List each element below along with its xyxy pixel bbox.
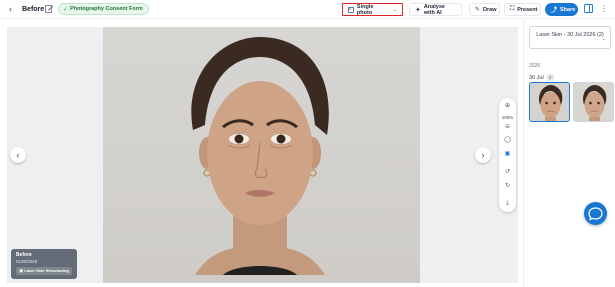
day-label: 30 Jul xyxy=(529,74,544,81)
check-circle-icon: ✓ xyxy=(63,6,69,13)
tag-icon: ▣ xyxy=(19,268,24,273)
fullscreen-icon: ⛶ xyxy=(510,6,515,12)
chat-bubble-icon xyxy=(588,207,603,221)
reset-zoom-icon[interactable]: ◯ xyxy=(499,136,516,144)
photo-thumbnail-selected[interactable] xyxy=(529,82,570,122)
photo-thumbnail[interactable] xyxy=(573,82,614,122)
year-heading: 2026 xyxy=(529,63,541,69)
patient-photo xyxy=(103,27,420,283)
session-label: Laser Skin - 30 Jul 2026 (2) xyxy=(536,32,604,38)
thumbnail-face-image xyxy=(530,83,569,121)
right-sidebar: Laser Skin - 30 Jul 2026 (2) ⌄ 2026 30 J… xyxy=(523,19,615,287)
draw-button[interactable]: ✎ Draw xyxy=(469,3,500,16)
top-bar: ‹ Before ✓ Photography Consent Form Sing… xyxy=(0,0,615,19)
rotate-left-icon[interactable]: ↺ xyxy=(499,168,516,176)
page-title: Before xyxy=(22,6,45,13)
share-button[interactable]: ⤴ Share xyxy=(545,3,578,16)
chevron-down-icon: ⌄ xyxy=(392,6,397,13)
zoom-toolbar: ⊕ 100% ⊖ ◯ ▣ ↺ ↻ ⤓ xyxy=(499,98,516,212)
present-label: Present xyxy=(517,6,538,13)
consent-badge-label: Photography Consent Form xyxy=(70,6,143,12)
rotate-right-icon[interactable]: ↻ xyxy=(499,182,516,190)
zoom-in-icon[interactable]: ⊕ xyxy=(499,102,516,110)
analyse-label: Analyse with AI xyxy=(423,3,445,16)
pen-icon: ✎ xyxy=(475,7,481,13)
treatment-tag: ▣ Laser Skin Resurfacing xyxy=(16,267,72,275)
face-illustration xyxy=(191,37,329,275)
present-button[interactable]: ⛶ Present xyxy=(504,3,541,16)
overlay-date: 0130/2026 xyxy=(16,259,38,264)
day-group-header: 30 Jul 2 xyxy=(529,74,554,81)
previous-photo-button[interactable]: ‹ xyxy=(10,147,26,163)
photo-info-overlay: Before 0130/2026 ▣ Laser Skin Resurfacin… xyxy=(11,249,77,279)
chevron-down-icon: ⌄ xyxy=(601,36,606,42)
more-options-icon[interactable]: ⋮ xyxy=(600,3,608,15)
thumbnail-face-image xyxy=(574,83,613,121)
single-photo-dropdown[interactable]: Single photo ⌄ xyxy=(342,3,403,16)
image-icon xyxy=(348,6,354,13)
download-icon[interactable]: ⤓ xyxy=(499,199,516,207)
back-chevron-icon[interactable]: ‹ xyxy=(9,4,12,15)
analyse-with-ai-button[interactable]: ✦ Analyse with AI xyxy=(409,3,462,16)
pencil-icon[interactable] xyxy=(44,3,54,15)
treatment-tag-label: Laser Skin Resurfacing xyxy=(24,268,69,273)
overlay-title: Before xyxy=(16,252,32,258)
sparkle-icon: ✦ xyxy=(415,6,421,14)
consent-badge[interactable]: ✓ Photography Consent Form xyxy=(58,3,149,15)
zoom-level: 100% xyxy=(501,115,514,120)
zoom-out-icon[interactable]: ⊖ xyxy=(499,123,516,131)
share-label: Share xyxy=(560,6,576,13)
chat-support-button[interactable] xyxy=(584,202,607,225)
draw-label: Draw xyxy=(483,6,497,13)
share-icon: ⤴ xyxy=(551,8,558,14)
single-photo-label: Single photo xyxy=(356,3,374,16)
photo-viewer: ‹ › ⊕ 100% ⊖ ◯ ▣ ↺ ↻ ⤓ Before 0130/2026 … xyxy=(7,27,518,283)
session-dropdown[interactable]: Laser Skin - 30 Jul 2026 (2) ⌄ xyxy=(529,26,611,49)
day-count-badge: 2 xyxy=(546,74,554,81)
next-photo-button[interactable]: › xyxy=(475,147,491,163)
sidebar-toggle-icon[interactable] xyxy=(584,4,593,13)
fit-screen-icon[interactable]: ▣ xyxy=(499,150,516,158)
